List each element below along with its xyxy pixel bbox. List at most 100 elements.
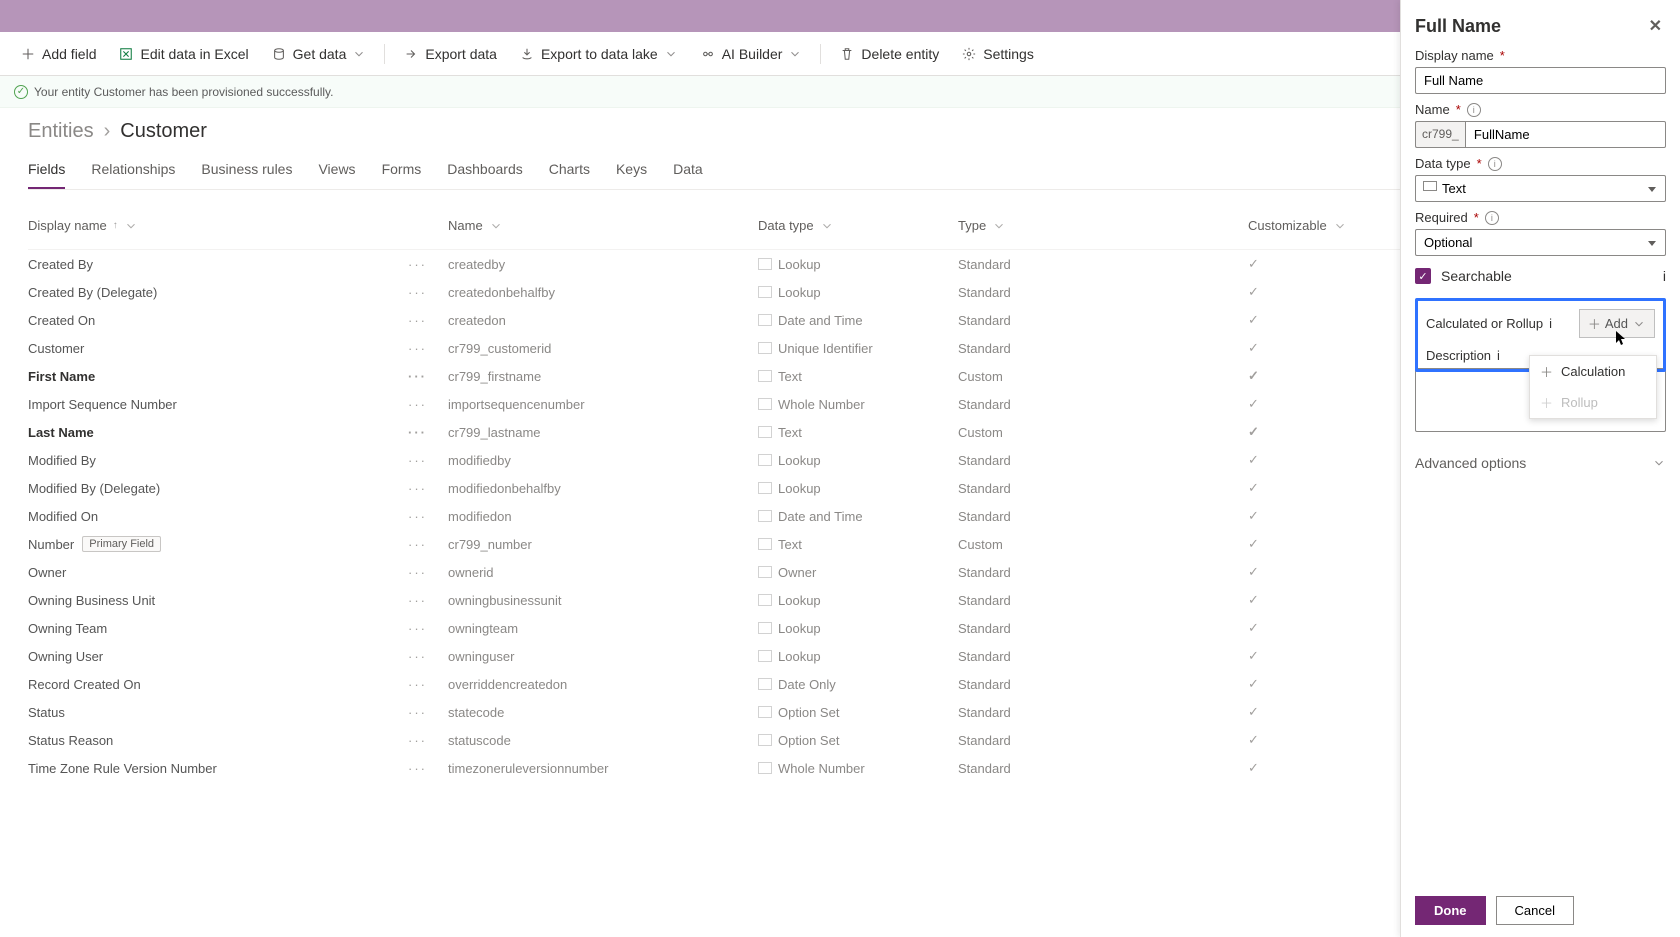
tab-data[interactable]: Data	[673, 157, 703, 189]
info-icon[interactable]: i	[1488, 157, 1502, 171]
data-type-select[interactable]	[1415, 175, 1666, 202]
field-properties-panel: Full Name ✕ Display name * Name * i cr79…	[1400, 0, 1680, 937]
info-icon[interactable]: i	[1663, 268, 1666, 284]
row-more-button[interactable]: ···	[408, 649, 448, 664]
row-more-button[interactable]: ···	[408, 397, 448, 412]
field-display-name: Modified By (Delegate)	[28, 481, 160, 496]
field-schema-name: modifiedby	[448, 453, 758, 468]
field-type: Standard	[958, 397, 1248, 412]
calculated-rollup-label: Calculated or Rollup	[1426, 316, 1543, 331]
row-more-button[interactable]: ···	[408, 565, 448, 580]
ai-builder-button[interactable]: AI Builder	[690, 40, 813, 68]
row-more-button[interactable]: ···	[408, 313, 448, 328]
add-field-button[interactable]: Add field	[10, 40, 106, 68]
info-icon[interactable]: i	[1497, 348, 1500, 363]
field-customizable-check: ✓	[1248, 284, 1358, 300]
row-more-button[interactable]: ···	[408, 341, 448, 356]
info-icon[interactable]: i	[1485, 211, 1499, 225]
advanced-options-toggle[interactable]: Advanced options	[1415, 449, 1666, 477]
field-schema-name: importsequencenumber	[448, 397, 758, 412]
done-button[interactable]: Done	[1415, 896, 1486, 925]
field-data-type: Whole Number	[778, 397, 865, 412]
data-type-icon	[758, 286, 772, 298]
delete-entity-button[interactable]: Delete entity	[829, 40, 949, 68]
col-display-name[interactable]: Display name ↑	[28, 218, 408, 233]
primary-field-badge: Primary Field	[82, 536, 161, 552]
row-more-button[interactable]: ···	[408, 425, 448, 440]
tab-charts[interactable]: Charts	[549, 157, 590, 189]
row-more-button[interactable]: ···	[408, 453, 448, 468]
col-name[interactable]: Name	[448, 218, 758, 233]
col-customizable[interactable]: Customizable	[1248, 218, 1358, 233]
field-customizable-check: ✓	[1248, 704, 1358, 720]
edit-data-excel-button[interactable]: Edit data in Excel	[108, 40, 258, 68]
data-type-icon	[758, 314, 772, 326]
col-data-type[interactable]: Data type	[758, 218, 958, 233]
name-prefix: cr799_	[1415, 121, 1465, 148]
flyout-calculation[interactable]: ＋ Calculation	[1530, 356, 1656, 387]
field-display-name: Owning User	[28, 649, 103, 664]
data-type-icon	[758, 370, 772, 382]
data-type-icon	[758, 538, 772, 550]
field-data-type: Text	[778, 369, 802, 384]
field-data-type: Lookup	[778, 257, 821, 272]
field-customizable-check: ✓	[1248, 676, 1358, 692]
cancel-button[interactable]: Cancel	[1496, 896, 1574, 925]
tab-dashboards[interactable]: Dashboards	[447, 157, 523, 189]
settings-button[interactable]: Settings	[951, 40, 1044, 68]
row-more-button[interactable]: ···	[408, 481, 448, 496]
display-name-input[interactable]	[1415, 67, 1666, 94]
row-more-button[interactable]: ···	[408, 593, 448, 608]
name-input[interactable]	[1465, 121, 1666, 148]
tab-fields[interactable]: Fields	[28, 157, 65, 189]
row-more-button[interactable]: ···	[408, 285, 448, 300]
row-more-button[interactable]: ···	[408, 733, 448, 748]
field-type: Standard	[958, 509, 1248, 524]
searchable-field[interactable]: ✓ Searchable i	[1415, 268, 1666, 284]
name-label-text: Name	[1415, 102, 1450, 117]
info-icon[interactable]: i	[1467, 103, 1481, 117]
breadcrumb-parent[interactable]: Entities	[28, 120, 94, 143]
tab-relationships[interactable]: Relationships	[91, 157, 175, 189]
tab-business-rules[interactable]: Business rules	[201, 157, 292, 189]
banner-message: Your entity Customer has been provisione…	[34, 85, 334, 99]
col-type-label: Type	[958, 218, 986, 233]
delete-entity-label: Delete entity	[861, 46, 939, 62]
row-more-button[interactable]: ···	[408, 509, 448, 524]
field-display-name: Status Reason	[28, 733, 113, 748]
field-data-type: Option Set	[778, 733, 839, 748]
field-data-type: Unique Identifier	[778, 341, 873, 356]
add-calculation-button[interactable]: ＋ Add	[1579, 309, 1655, 338]
get-data-button[interactable]: Get data	[261, 40, 377, 68]
row-more-button[interactable]: ···	[408, 621, 448, 636]
field-type: Custom	[958, 369, 1248, 384]
close-button[interactable]: ✕	[1645, 12, 1666, 40]
field-customizable-check: ✓	[1248, 452, 1358, 468]
calculated-rollup-section: Calculated or Rollup i ＋ Add ＋ Calculati…	[1415, 298, 1666, 372]
row-more-button[interactable]: ···	[408, 761, 448, 776]
required-select[interactable]	[1415, 229, 1666, 256]
ai-builder-label: AI Builder	[722, 46, 783, 62]
field-customizable-check: ✓	[1248, 508, 1358, 524]
export-data-lake-button[interactable]: Export to data lake	[509, 40, 688, 68]
row-more-button[interactable]: ···	[408, 677, 448, 692]
panel-title-row: Full Name ✕	[1415, 12, 1666, 40]
info-icon[interactable]: i	[1549, 316, 1552, 331]
chevron-down-icon	[664, 47, 678, 61]
flyout-calculation-label: Calculation	[1561, 364, 1625, 379]
export-data-button[interactable]: Export data	[393, 40, 507, 68]
field-type: Standard	[958, 649, 1248, 664]
data-lake-icon	[519, 46, 535, 62]
field-schema-name: statuscode	[448, 733, 758, 748]
col-type[interactable]: Type	[958, 218, 1248, 233]
row-more-button[interactable]: ···	[408, 705, 448, 720]
row-more-button[interactable]: ···	[408, 537, 448, 552]
tab-views[interactable]: Views	[318, 157, 355, 189]
tab-forms[interactable]: Forms	[382, 157, 422, 189]
row-more-button[interactable]: ···	[408, 257, 448, 272]
trash-icon	[839, 46, 855, 62]
row-more-button[interactable]: ···	[408, 369, 448, 384]
checkbox-checked-icon[interactable]: ✓	[1415, 268, 1431, 284]
tab-keys[interactable]: Keys	[616, 157, 647, 189]
separator	[384, 44, 385, 64]
